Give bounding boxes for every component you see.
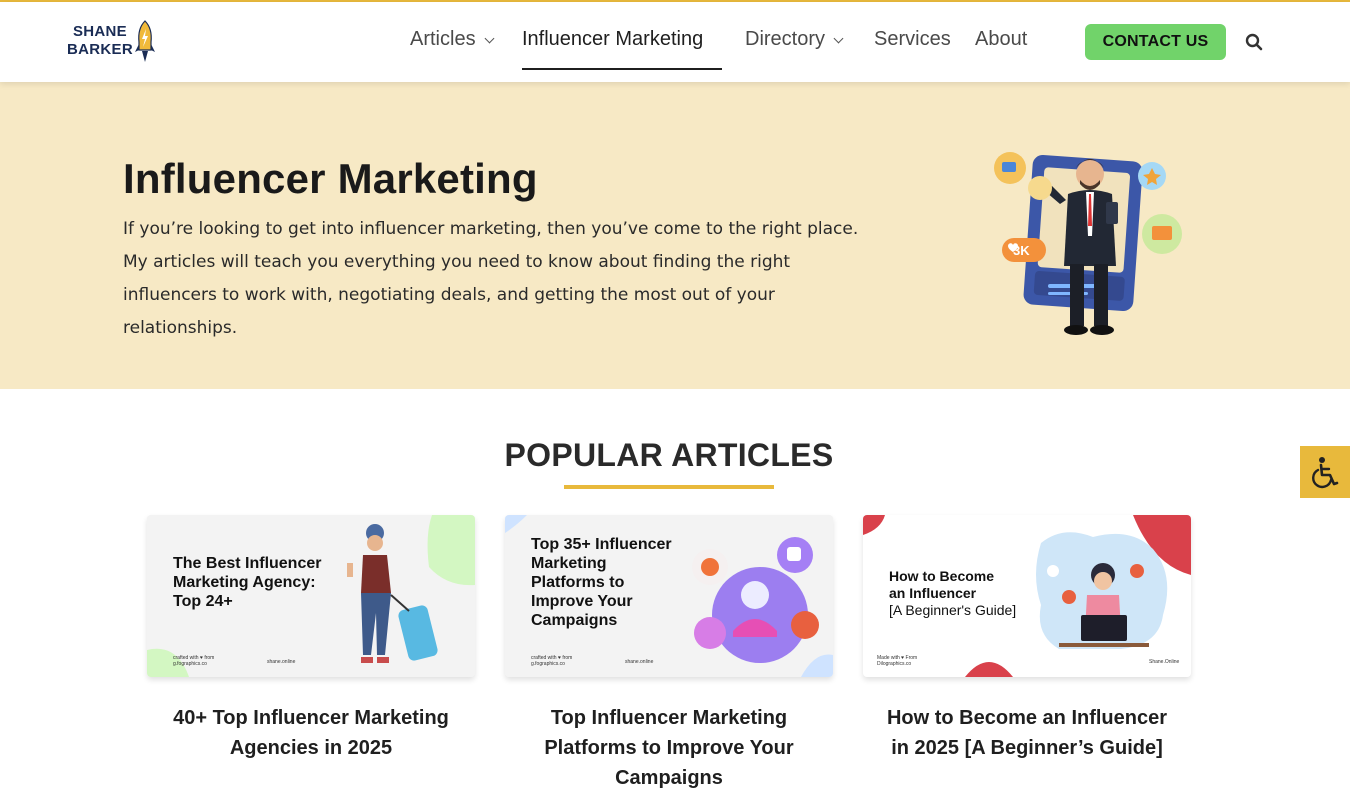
thumbnail-site: Shane.Online [1149,659,1180,665]
nav-directory-label: Directory [745,28,826,50]
thumbnail-site: shane.online [625,659,654,665]
nav-services[interactable]: Services [874,28,951,51]
nav-articles-label: Articles [410,28,476,50]
thumbnail-site: shane.online [267,659,296,665]
nav-influencer-marketing[interactable]: Influencer Marketing [522,28,703,51]
nav-directory[interactable]: Directory [745,28,844,51]
influencer-illustration: 3K [994,152,1182,335]
site-header: SHANE BARKER Articles Influencer Marketi… [0,2,1350,82]
thumbnail-headline-line-2: an Influencer [889,585,977,601]
wheelchair-icon [1312,457,1339,489]
nav-services-label: Services [874,28,951,50]
nav-about-label: About [975,28,1028,50]
search-icon[interactable] [1245,33,1263,51]
rocket-icon [135,20,155,62]
accessibility-button[interactable] [1300,446,1350,498]
section-underline [564,485,774,489]
nav-influencer-marketing-label: Influencer Marketing [522,28,704,50]
hero-description: If you’re looking to get into influencer… [123,219,859,338]
article-card[interactable]: The Best Influencer Marketing Agency: To… [147,515,475,763]
thumbnail-credit: crafted with ♥ from g.fographics.co [531,655,573,667]
hero-banner: Influencer Marketing If you’re looking t… [0,82,1350,389]
thumbnail-credit: Made with ♥ From Dilographics.co [877,655,918,667]
article-card[interactable]: How to Become an Influencer [A Beginner'… [863,515,1191,763]
thumbnail-headline-line-3: [A Beginner's Guide] [889,602,1017,618]
logo-line-2: BARKER [67,41,133,58]
logo-line-1: SHANE [72,23,127,40]
article-title[interactable]: How to Become an Influencer in 2025 [A B… [863,703,1191,763]
article-thumbnail[interactable]: The Best Influencer Marketing Agency: To… [147,515,475,677]
article-card[interactable]: Top 35+ Influencer Marketing Platforms t… [505,515,833,793]
page-title: Influencer Marketing [123,155,538,202]
active-nav-underline [522,68,722,70]
article-thumbnail[interactable]: Top 35+ Influencer Marketing Platforms t… [505,515,833,677]
chevron-down-icon [833,33,844,43]
thumbnail-headline: The Best Influencer Marketing Agency: To… [173,555,322,610]
thumbnail-headline-line-1: How to Become [889,568,995,584]
nav-articles[interactable]: Articles [410,28,495,51]
article-title[interactable]: 40+ Top Influencer Marketing Agencies in… [147,703,475,763]
article-title[interactable]: Top Influencer Marketing Platforms to Im… [505,703,833,793]
thumbnail-headline: Top 35+ Influencer Marketing Platforms t… [531,536,672,629]
popular-articles-heading: POPULAR ARTICLES [504,437,834,473]
chevron-down-icon [484,33,495,43]
thumbnail-credit: crafted with ♥ from g.fographics.co [173,655,215,667]
site-logo[interactable]: SHANE BARKER [66,20,158,66]
contact-us-button[interactable]: CONTACT US [1085,24,1226,60]
nav-about[interactable]: About [975,28,1027,51]
article-thumbnail[interactable]: How to Become an Influencer [A Beginner'… [863,515,1191,677]
